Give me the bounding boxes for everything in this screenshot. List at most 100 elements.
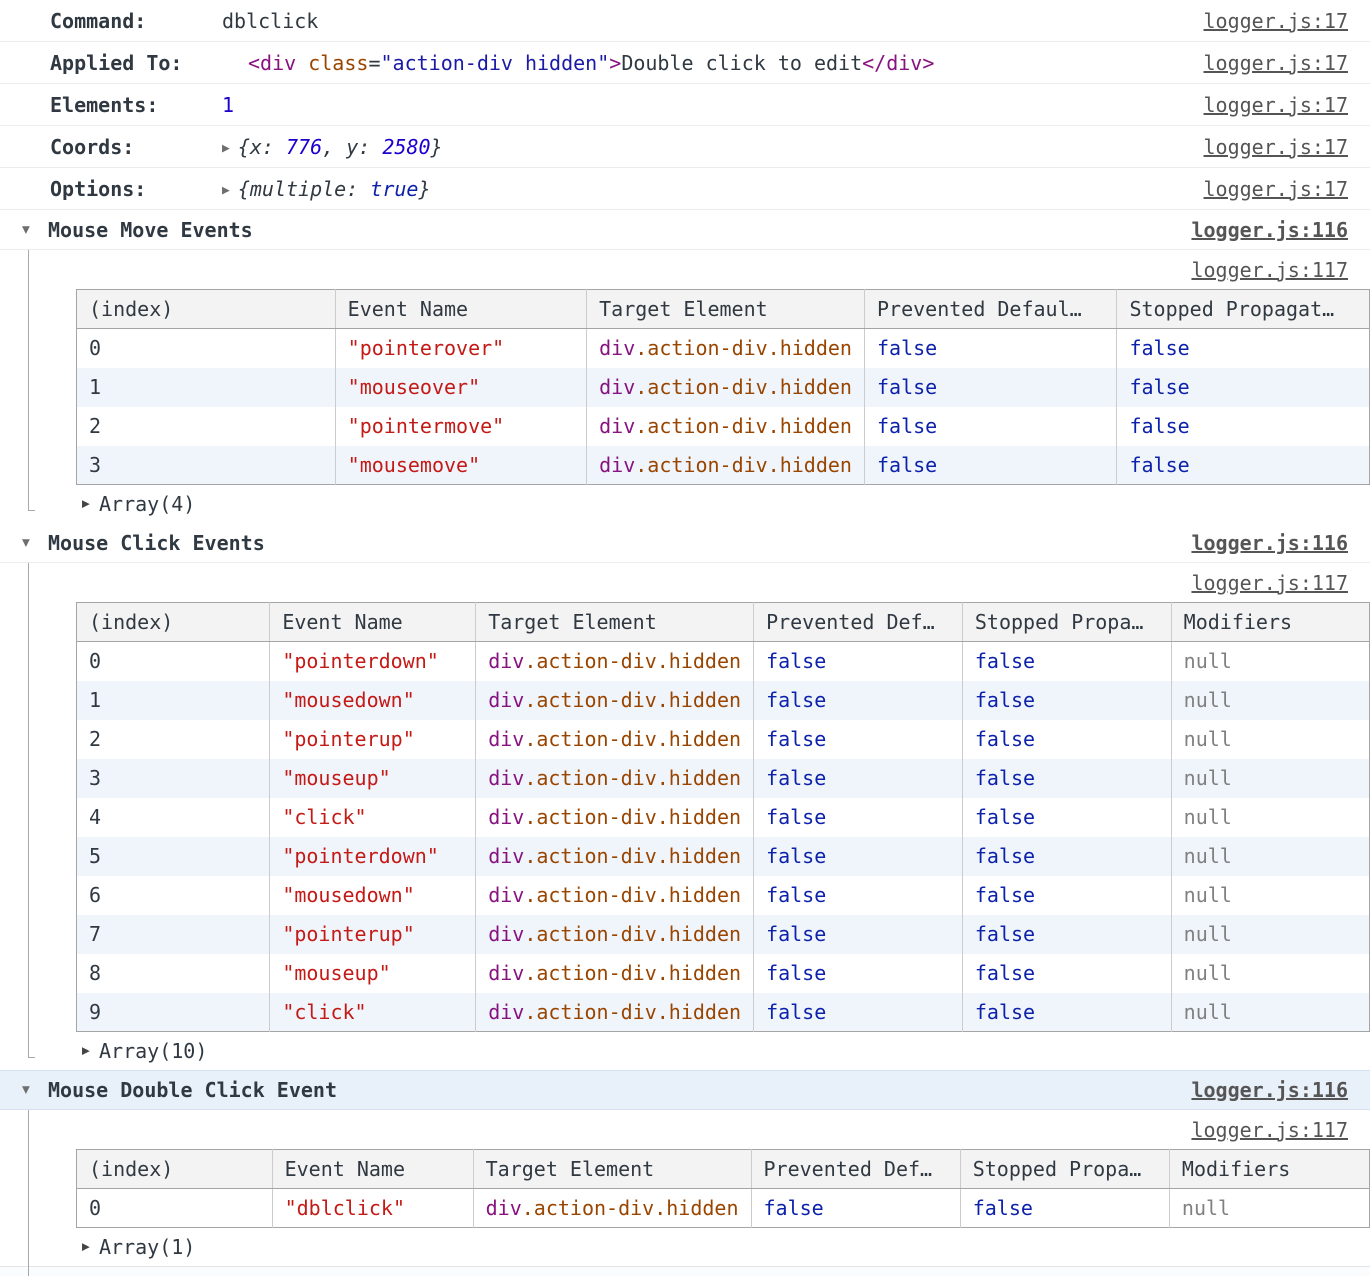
source-link[interactable]: logger.js:17 xyxy=(1204,93,1349,117)
column-header[interactable]: Modifiers xyxy=(1171,603,1369,642)
console-log-row-options: Options: ▶{multiple: true} logger.js:17 xyxy=(0,168,1370,210)
cell-text: false xyxy=(877,336,937,360)
source-link[interactable]: logger.js:117 xyxy=(1191,571,1348,595)
source-link[interactable]: logger.js:17 xyxy=(1204,177,1349,201)
expand-triangle-icon[interactable]: ▶ xyxy=(82,497,90,512)
cell-target-element: div.action-div.hidden xyxy=(587,368,865,407)
table-row: 6"mousedown"div.action-div.hiddenfalsefa… xyxy=(77,876,1370,915)
cell-text: 2 xyxy=(89,727,101,751)
column-header[interactable]: Target Element xyxy=(473,1150,751,1189)
column-header[interactable]: (index) xyxy=(77,1150,273,1189)
cell-target-element: div.action-div.hidden xyxy=(473,1189,751,1228)
expand-triangle-icon[interactable]: ▶ xyxy=(82,1044,90,1059)
cell-target-element: div.action-div.hidden xyxy=(587,329,865,368)
cell-stopped-propagation: false xyxy=(1117,407,1370,446)
source-link[interactable]: logger.js:116 xyxy=(1191,1078,1348,1102)
cell-text: null xyxy=(1184,922,1232,946)
cell-text: false xyxy=(975,805,1035,829)
source-link[interactable]: logger.js:117 xyxy=(1191,1118,1348,1142)
console-group-header-mouse-double-click[interactable]: ▼ Mouse Double Click Event logger.js:116 xyxy=(0,1070,1370,1110)
cell-target-selector: div.action-div.hidden xyxy=(599,336,852,360)
value-segment: 2580 xyxy=(382,135,430,159)
array-preview[interactable]: ▶ Array(1) xyxy=(0,1228,1370,1266)
source-link[interactable]: logger.js:116 xyxy=(1191,218,1348,242)
source-link[interactable]: logger.js:17 xyxy=(1204,135,1349,159)
column-header[interactable]: Event Name xyxy=(270,603,476,642)
cell-modifiers: null xyxy=(1171,720,1369,759)
source-link[interactable]: logger.js:116 xyxy=(1191,531,1348,555)
cell-target-selector: div.action-div.hidden xyxy=(488,805,741,829)
column-header[interactable]: Event Name xyxy=(335,290,586,329)
cell-event-name: "pointerup" xyxy=(270,720,476,759)
cell-index: 3 xyxy=(77,446,336,485)
cell-text: false xyxy=(766,649,826,673)
console-log-row-elements: Elements: 1 logger.js:17 xyxy=(0,84,1370,126)
value-segment: Double click to edit xyxy=(621,51,862,75)
log-label: Applied To: xyxy=(50,51,182,75)
cell-text: null xyxy=(1184,727,1232,751)
log-label: Options: xyxy=(50,177,146,201)
cell-text: "mouseup" xyxy=(282,961,390,985)
expand-triangle-icon[interactable]: ▶ xyxy=(222,141,230,156)
value-segment: { xyxy=(238,177,250,201)
column-header[interactable]: Prevented Def… xyxy=(754,603,963,642)
collapse-triangle-icon[interactable]: ▼ xyxy=(22,535,30,550)
cell-text: div xyxy=(599,414,635,438)
column-header[interactable]: Modifiers xyxy=(1169,1150,1369,1189)
cell-text: "click" xyxy=(282,805,366,829)
array-preview[interactable]: ▶ Array(4) xyxy=(0,485,1370,523)
array-preview[interactable]: ▶ Array(10) xyxy=(0,1032,1370,1070)
cell-event-name: "mousedown" xyxy=(270,681,476,720)
column-header[interactable]: (index) xyxy=(77,290,336,329)
table-row: 9"click"div.action-div.hiddenfalsefalsen… xyxy=(77,993,1370,1032)
column-header[interactable]: Target Element xyxy=(476,603,754,642)
value-segment: </div> xyxy=(862,51,934,75)
cell-stopped-propagation: false xyxy=(962,876,1171,915)
collapse-triangle-icon[interactable]: ▼ xyxy=(22,222,30,237)
expand-triangle-icon[interactable]: ▶ xyxy=(82,1240,90,1255)
cell-text: false xyxy=(975,844,1035,868)
cell-text: false xyxy=(975,1000,1035,1024)
column-header[interactable]: Stopped Propa… xyxy=(962,603,1171,642)
value-segment: { xyxy=(238,135,250,159)
cell-target-selector: div.action-div.hidden xyxy=(488,727,741,751)
cell-modifiers: null xyxy=(1171,837,1369,876)
cell-text: .action-div.hidden xyxy=(522,1196,739,1220)
cell-text: false xyxy=(764,1196,824,1220)
table-row: 3"mousemove"div.action-div.hiddenfalsefa… xyxy=(77,446,1370,485)
console-group-header-mouse-click[interactable]: ▼ Mouse Click Events logger.js:116 xyxy=(0,523,1370,563)
cell-index: 0 xyxy=(77,1189,273,1228)
value-segment: y xyxy=(346,135,358,159)
column-header[interactable]: Event Name xyxy=(272,1150,473,1189)
cell-text: .action-div.hidden xyxy=(524,727,741,751)
value-segment: x xyxy=(250,135,262,159)
cell-prevented-default: false xyxy=(754,681,963,720)
table-row: 2"pointerup"div.action-div.hiddenfalsefa… xyxy=(77,720,1370,759)
table-row: 5"pointerdown"div.action-div.hiddenfalse… xyxy=(77,837,1370,876)
table-log-row: logger.js:117 xyxy=(0,1110,1370,1149)
column-header[interactable]: Stopped Propa… xyxy=(960,1150,1169,1189)
cell-event-name: "pointerup" xyxy=(270,915,476,954)
cell-text: "mousemove" xyxy=(348,453,480,477)
column-header[interactable]: Prevented Def… xyxy=(751,1150,960,1189)
column-header[interactable]: Target Element xyxy=(587,290,865,329)
cell-text: div xyxy=(488,844,524,868)
cell-modifiers: null xyxy=(1169,1189,1369,1228)
console-log-row-applied-to: Applied To: <div class="action-div hidde… xyxy=(0,42,1370,84)
cell-text: null xyxy=(1184,805,1232,829)
collapse-triangle-icon[interactable]: ▼ xyxy=(22,1083,30,1098)
table-header-row: (index)Event NameTarget ElementPrevented… xyxy=(77,603,1370,642)
cell-target-selector: div.action-div.hidden xyxy=(488,649,741,673)
source-link[interactable]: logger.js:17 xyxy=(1204,9,1349,33)
column-header[interactable]: (index) xyxy=(77,603,270,642)
source-link[interactable]: logger.js:17 xyxy=(1204,51,1349,75)
console-group-header-mouse-move[interactable]: ▼ Mouse Move Events logger.js:116 xyxy=(0,210,1370,250)
console-group-body: logger.js:117 (index)Event NameTarget El… xyxy=(0,250,1370,523)
column-header[interactable]: Prevented Defaul… xyxy=(864,290,1116,329)
source-link[interactable]: logger.js:117 xyxy=(1191,258,1348,282)
column-header[interactable]: Stopped Propagat… xyxy=(1117,290,1370,329)
expand-triangle-icon[interactable]: ▶ xyxy=(222,183,230,198)
table-row: 3"mouseup"div.action-div.hiddenfalsefals… xyxy=(77,759,1370,798)
cell-text: null xyxy=(1184,1000,1232,1024)
cell-modifiers: null xyxy=(1171,798,1369,837)
